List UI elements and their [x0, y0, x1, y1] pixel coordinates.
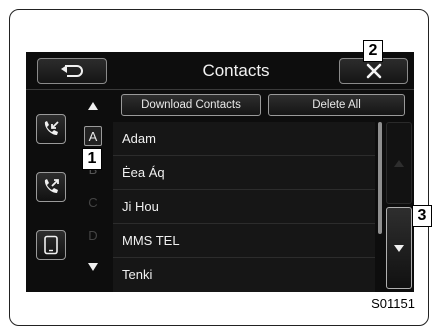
- contact-row[interactable]: Ėea Áq: [113, 156, 375, 190]
- page-down-button[interactable]: [386, 207, 412, 289]
- page-up-button[interactable]: [386, 122, 412, 204]
- contact-row[interactable]: Adam: [113, 122, 375, 156]
- callout-3: 3: [412, 205, 432, 227]
- index-scroll-up-button[interactable]: [82, 99, 104, 113]
- index-scroll-down-button[interactable]: [82, 260, 104, 274]
- outgoing-calls-button[interactable]: [36, 172, 66, 202]
- contact-row[interactable]: MMS TEL: [113, 224, 375, 258]
- back-button[interactable]: [37, 58, 107, 84]
- figure-code: S01151: [371, 296, 415, 311]
- incoming-calls-button[interactable]: [36, 114, 66, 144]
- outgoing-call-icon: [44, 179, 59, 193]
- back-arrow-icon: [61, 65, 83, 77]
- index-letter-a[interactable]: A: [84, 126, 102, 146]
- callout-1: 1: [82, 148, 102, 170]
- index-letter-c[interactable]: C: [84, 193, 102, 213]
- phone-device-icon: [44, 235, 58, 255]
- header-divider: [26, 89, 414, 90]
- triangle-up-icon: [88, 102, 98, 110]
- triangle-up-icon: [394, 159, 404, 167]
- callout-2: 2: [363, 40, 383, 62]
- contact-row[interactable]: Ji Hou: [113, 190, 375, 224]
- download-contacts-button[interactable]: Download Contacts: [121, 94, 261, 116]
- triangle-down-icon: [88, 263, 98, 271]
- close-x-icon: [366, 63, 381, 79]
- contacts-screen: Contacts A B C D Download Contacts Del: [26, 52, 414, 292]
- phonebook-button[interactable]: [36, 230, 66, 260]
- list-scrollbar[interactable]: [378, 122, 382, 234]
- contact-row[interactable]: Tenki: [113, 258, 375, 292]
- triangle-down-icon: [394, 244, 404, 252]
- incoming-call-icon: [44, 121, 59, 135]
- index-letter-d[interactable]: D: [84, 226, 102, 246]
- delete-all-button[interactable]: Delete All: [268, 94, 405, 116]
- page-title: Contacts: [202, 61, 270, 80]
